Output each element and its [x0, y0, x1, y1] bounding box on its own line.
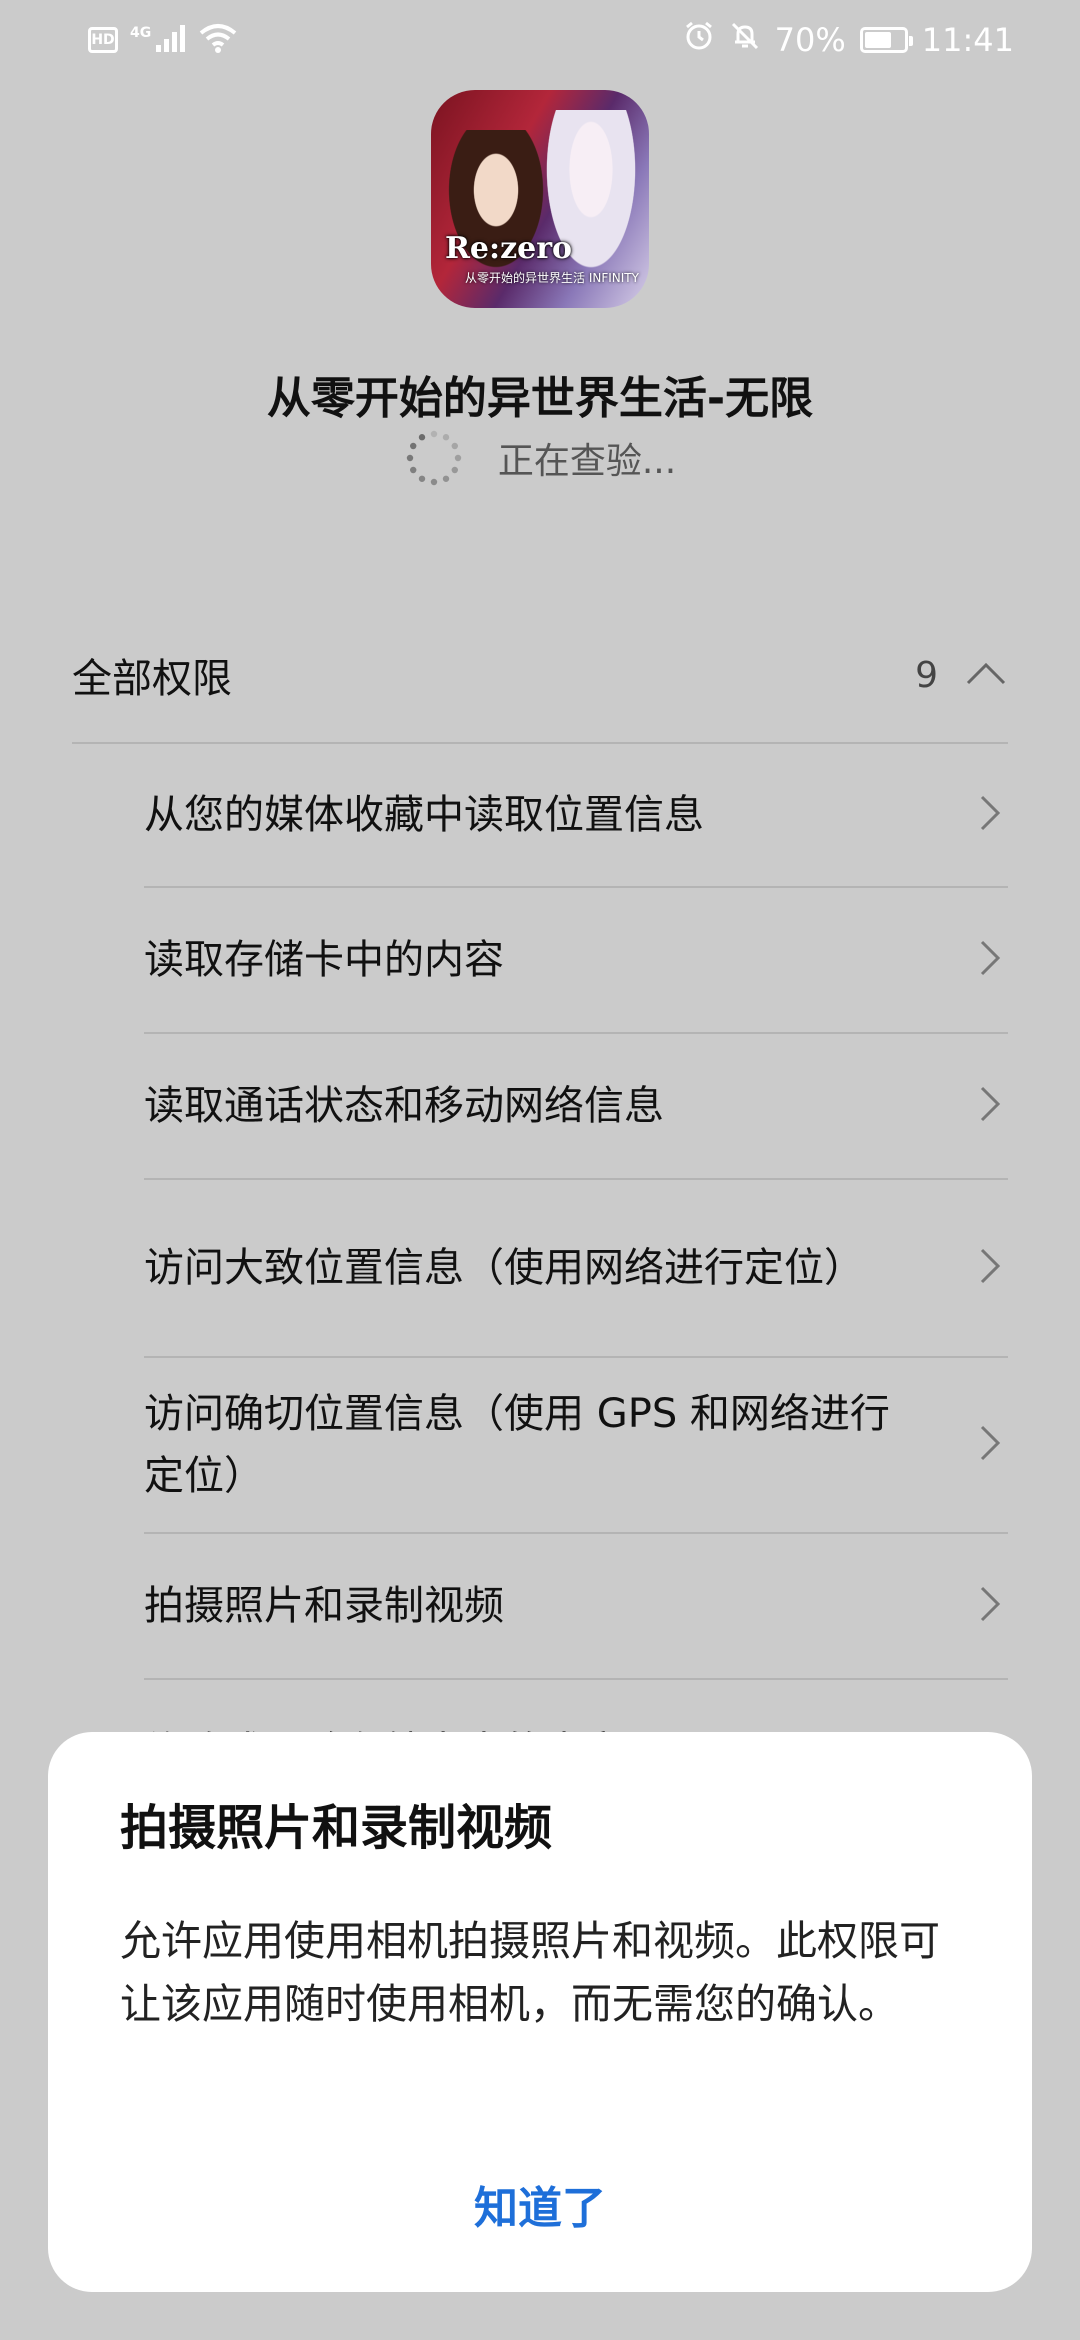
status-bar: HD 4G 70% 11:41 [0, 0, 1080, 80]
permissions-list: 从您的媒体收藏中读取位置信息 读取存储卡中的内容 读取通话状态和移动网络信息 访… [144, 744, 1008, 1826]
status-time: 11:41 [921, 21, 1014, 59]
permission-item[interactable]: 访问确切位置信息（使用 GPS 和网络进行定位） [144, 1358, 1008, 1534]
network-type: 4G [130, 25, 152, 41]
spinner-dot [442, 475, 450, 482]
chevron-right-icon [978, 793, 1002, 837]
status-left: HD 4G [88, 18, 237, 62]
wifi-icon [199, 23, 237, 57]
mute-icon [729, 20, 761, 60]
permission-item[interactable]: 从您的媒体收藏中读取位置信息 [144, 744, 1008, 888]
app-logo-text: Re:zero [445, 231, 573, 266]
loading-spinner-icon [404, 428, 464, 488]
permission-label: 访问大致位置信息（使用网络进行定位） [144, 1245, 864, 1291]
spinner-dot [406, 454, 414, 462]
signal-icon [155, 23, 187, 57]
app-logo-subtitle: 从零开始的异世界生活 INFINITY [465, 271, 639, 285]
permission-item[interactable]: 读取通话状态和移动网络信息 [144, 1034, 1008, 1180]
spinner-dot [451, 442, 458, 450]
battery-icon [859, 27, 913, 53]
hd-badge: HD [88, 27, 118, 53]
permission-label: 读取通话状态和移动网络信息 [144, 1083, 664, 1129]
chevron-right-icon [978, 1584, 1002, 1628]
permission-label: 拍摄照片和录制视频 [144, 1583, 504, 1629]
permission-label: 读取存储卡中的内容 [144, 937, 504, 983]
permission-label: 从您的媒体收藏中读取位置信息 [144, 792, 704, 838]
battery-percent: 70% [774, 21, 846, 59]
dialog-title: 拍摄照片和录制视频 [120, 1800, 553, 1856]
chevron-right-icon [978, 1246, 1002, 1290]
got-it-button[interactable]: 知道了 [48, 2172, 1032, 2236]
spinner-dot [409, 466, 417, 474]
permission-info-dialog: 拍摄照片和录制视频 允许应用使用相机拍摄照片和视频。此权限可让该应用随时使用相机… [48, 1732, 1032, 2292]
chevron-up-icon[interactable] [964, 659, 1008, 691]
battery-fill [864, 32, 892, 48]
status-right: 70% 11:41 [683, 16, 1014, 64]
spinner-dot [430, 430, 438, 438]
spinner-dot [418, 475, 426, 482]
verify-status: 正在查验... [0, 428, 1080, 488]
spinner-dot [454, 454, 462, 462]
app-icon: Re:zero 从零开始的异世界生活 INFINITY [431, 90, 649, 308]
permission-item[interactable]: 拍摄照片和录制视频 [144, 1534, 1008, 1680]
permission-label: 访问确切位置信息（使用 GPS 和网络进行定位） [144, 1391, 890, 1499]
spinner-dot [418, 434, 426, 441]
app-name: 从零开始的异世界生活-无限 [266, 373, 814, 424]
alarm-icon [683, 20, 715, 60]
chevron-right-icon [978, 1084, 1002, 1128]
spinner-dot [409, 442, 417, 450]
spinner-dot [430, 478, 438, 486]
verify-status-text: 正在查验... [497, 441, 677, 482]
permission-item[interactable]: 读取存储卡中的内容 [144, 888, 1008, 1034]
permissions-count: 9 [915, 654, 938, 696]
spinner-dot [451, 466, 458, 474]
dialog-body: 允许应用使用相机拍摄照片和视频。此权限可让该应用随时使用相机，而无需您的确认。 [120, 1917, 940, 2028]
spinner-dot [442, 434, 450, 441]
permission-item[interactable]: 访问大致位置信息（使用网络进行定位） [144, 1180, 1008, 1358]
permissions-header[interactable]: 全部权限 9 [72, 630, 1008, 720]
chevron-right-icon [978, 1423, 1002, 1467]
chevron-right-icon [978, 938, 1002, 982]
permissions-title: 全部权限 [72, 656, 232, 702]
